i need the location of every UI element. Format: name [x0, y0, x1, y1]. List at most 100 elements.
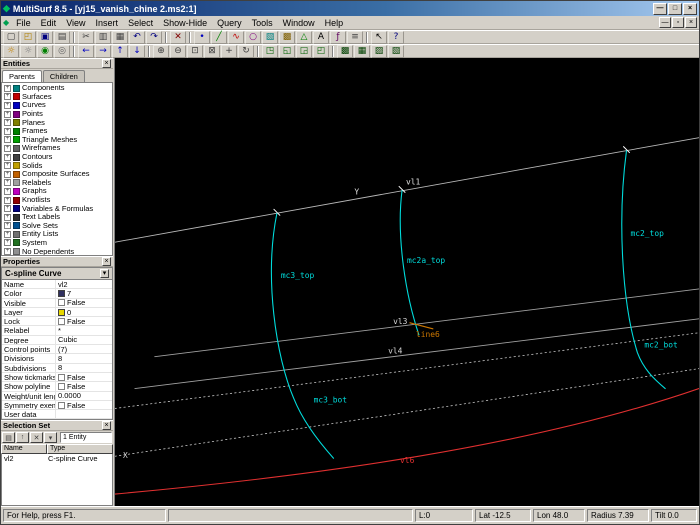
- property-value[interactable]: Cubic: [56, 335, 112, 344]
- checkbox-icon[interactable]: [58, 401, 65, 409]
- expand-icon[interactable]: +: [4, 248, 11, 255]
- down-button[interactable]: ↓: [129, 44, 145, 58]
- print-button[interactable]: ▤: [54, 30, 70, 44]
- shade-button[interactable]: ▨: [371, 44, 387, 58]
- tree-surfaces[interactable]: + Surfaces: [2, 92, 112, 102]
- undo-button[interactable]: ↶: [129, 30, 145, 44]
- save-button[interactable]: ▣: [37, 30, 53, 44]
- tree-graphs[interactable]: + Graphs: [2, 187, 112, 196]
- circle-button[interactable]: ○: [245, 30, 261, 44]
- tree-composite-surfaces[interactable]: + Composite Surfaces: [2, 170, 112, 179]
- menu-edit[interactable]: Edit: [36, 17, 62, 29]
- prop-visible[interactable]: Visible False: [2, 298, 112, 308]
- expand-icon[interactable]: +: [4, 101, 11, 109]
- column-header-name[interactable]: Name: [1, 444, 47, 455]
- mesh-view-button[interactable]: ▧: [388, 44, 404, 58]
- tree-entity-lists[interactable]: + Entity Lists: [2, 230, 112, 239]
- expand-icon[interactable]: +: [4, 110, 11, 118]
- expand-icon[interactable]: +: [4, 230, 11, 238]
- prev-view-button[interactable]: ←: [78, 44, 94, 58]
- copy-button[interactable]: ▥: [95, 30, 111, 44]
- prop-symmetry-exempt[interactable]: Symmetry exempt False: [2, 401, 112, 411]
- expand-icon[interactable]: +: [4, 239, 11, 247]
- show-all-button[interactable]: ◉: [37, 44, 53, 58]
- delete-button[interactable]: ✕: [170, 30, 186, 44]
- view-home-button[interactable]: ◳: [262, 44, 278, 58]
- tree-contours[interactable]: + Contours: [2, 153, 112, 162]
- properties-pin-icon[interactable]: ▾: [100, 269, 109, 278]
- up-button[interactable]: ↑: [112, 44, 128, 58]
- viewport-3d[interactable]: Y vl1 mc3_top mc2a_top mc2_top mc2_bot m…: [115, 58, 699, 506]
- checkbox-icon[interactable]: [58, 382, 65, 390]
- prop-show-tickmarks[interactable]: Show tickmarks False: [2, 373, 112, 383]
- expand-icon[interactable]: +: [4, 119, 11, 127]
- property-value[interactable]: False: [56, 373, 112, 382]
- menu-insert[interactable]: Insert: [91, 17, 124, 29]
- prop-lock[interactable]: Lock False: [2, 317, 112, 327]
- entities-close-button[interactable]: ×: [102, 59, 111, 68]
- tree-points[interactable]: + Points: [2, 110, 112, 119]
- curve-button[interactable]: ∿: [228, 30, 244, 44]
- property-value[interactable]: False: [56, 401, 112, 410]
- property-value[interactable]: 0.0000: [56, 391, 112, 400]
- next-view-button[interactable]: →: [95, 44, 111, 58]
- title-bar[interactable]: ◆ MultiSurf 8.5 - [yj15_vanish_chine 2.m…: [1, 1, 699, 16]
- properties-close-button[interactable]: ×: [102, 257, 111, 266]
- mesh-button[interactable]: △: [296, 30, 312, 44]
- zoom-out-button[interactable]: ⊖: [170, 44, 186, 58]
- property-value[interactable]: False: [56, 317, 112, 326]
- view-side-button[interactable]: ◲: [296, 44, 312, 58]
- doc-close-button[interactable]: ×: [685, 17, 697, 28]
- render-button[interactable]: ▩: [337, 44, 353, 58]
- new-button[interactable]: ▢: [3, 30, 19, 44]
- zoom-window-button[interactable]: ⊡: [187, 44, 203, 58]
- expand-icon[interactable]: +: [4, 179, 11, 187]
- expand-icon[interactable]: +: [4, 153, 11, 161]
- expand-icon[interactable]: +: [4, 170, 11, 178]
- tab-parents[interactable]: Parents: [2, 70, 42, 82]
- open-button[interactable]: ◰: [20, 30, 36, 44]
- property-value[interactable]: *: [56, 326, 112, 335]
- doc-restore-button[interactable]: ▫: [672, 17, 684, 28]
- expand-icon[interactable]: +: [4, 93, 11, 101]
- tree-system[interactable]: + System: [2, 238, 112, 248]
- zoom-in-button[interactable]: ⊕: [153, 44, 169, 58]
- line-button[interactable]: ╱: [211, 30, 227, 44]
- wireframe-button[interactable]: ▦: [354, 44, 370, 58]
- maximize-button[interactable]: □: [668, 2, 682, 15]
- expand-icon[interactable]: +: [4, 205, 11, 213]
- text-label-button[interactable]: A: [313, 30, 329, 44]
- expand-icon[interactable]: +: [4, 127, 11, 135]
- tree-planes[interactable]: + Planes: [2, 118, 112, 127]
- checkbox-icon[interactable]: [58, 317, 65, 325]
- prop-user-data[interactable]: User data: [2, 410, 112, 420]
- tab-children[interactable]: Children: [42, 70, 85, 82]
- solid-button[interactable]: ▩: [279, 30, 295, 44]
- checkbox-icon[interactable]: [58, 373, 65, 381]
- property-value[interactable]: False: [56, 298, 112, 307]
- prop-divisions[interactable]: Divisions 8: [2, 354, 112, 364]
- view-top-button[interactable]: ◰: [313, 44, 329, 58]
- property-value[interactable]: False: [56, 382, 112, 391]
- sel-list-button[interactable]: ▤: [2, 432, 15, 444]
- expand-icon[interactable]: +: [4, 213, 11, 221]
- show-button[interactable]: ☼: [3, 44, 19, 58]
- formula-button[interactable]: ƒ: [330, 30, 346, 44]
- sel-dropdown-button[interactable]: ▾: [44, 432, 57, 444]
- property-value[interactable]: 7: [56, 289, 112, 298]
- rotate-button[interactable]: ↻: [238, 44, 254, 58]
- expand-icon[interactable]: +: [4, 162, 11, 170]
- property-value[interactable]: 0: [56, 308, 112, 317]
- menu-tools[interactable]: Tools: [247, 17, 278, 29]
- redo-button[interactable]: ↷: [146, 30, 162, 44]
- menu-show-hide[interactable]: Show-Hide: [158, 17, 212, 29]
- paste-button[interactable]: ▦: [112, 30, 128, 44]
- tree-components[interactable]: + Components: [2, 84, 112, 93]
- menu-window[interactable]: Window: [278, 17, 320, 29]
- hide-all-button[interactable]: ◎: [54, 44, 70, 58]
- tree-curves[interactable]: + Curves: [2, 101, 112, 110]
- view-front-button[interactable]: ◱: [279, 44, 295, 58]
- expand-icon[interactable]: +: [4, 144, 11, 152]
- expand-icon[interactable]: +: [4, 84, 11, 92]
- expand-icon[interactable]: +: [4, 136, 11, 144]
